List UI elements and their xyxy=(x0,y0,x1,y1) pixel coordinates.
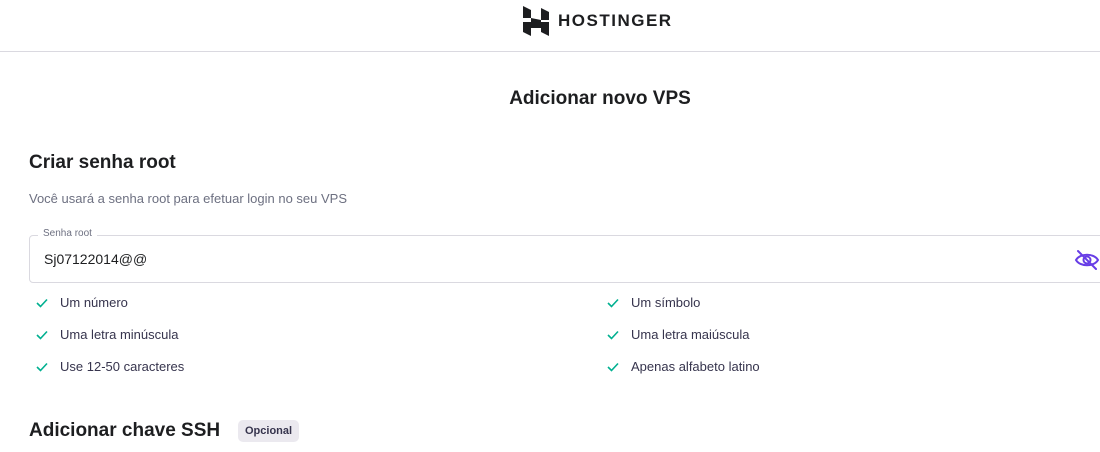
requirement-label: Um número xyxy=(60,295,128,310)
brand-name: HOSTINGER xyxy=(558,11,673,30)
check-icon xyxy=(36,298,48,308)
hostinger-logo[interactable]: HOSTINGER xyxy=(523,6,673,36)
hostinger-logo-icon xyxy=(523,6,549,36)
optional-badge: Opcional xyxy=(238,420,300,442)
requirement-label: Uma letra maiúscula xyxy=(631,327,750,342)
toggle-password-visibility-button[interactable] xyxy=(1074,248,1100,272)
eye-off-icon xyxy=(1074,250,1100,270)
root-password-label: Senha root xyxy=(38,228,97,239)
root-password-input[interactable] xyxy=(44,249,1024,269)
requirement-symbol: Um símbolo xyxy=(607,295,700,310)
root-password-description: Você usará a senha root para efetuar log… xyxy=(29,191,347,206)
root-password-field[interactable]: Senha root xyxy=(29,228,1100,283)
requirement-number: Um número xyxy=(36,295,128,310)
requirement-label: Uma letra minúscula xyxy=(60,327,179,342)
requirement-label: Apenas alfabeto latino xyxy=(631,359,760,374)
check-icon xyxy=(36,362,48,372)
check-icon xyxy=(607,330,619,340)
requirement-label: Um símbolo xyxy=(631,295,701,310)
requirement-label: Use 12-50 caracteres xyxy=(60,359,185,374)
requirement-length: Use 12-50 caracteres xyxy=(36,359,184,374)
page-title: Adicionar novo VPS xyxy=(509,88,691,109)
requirement-lowercase: Uma letra minúscula xyxy=(36,327,179,342)
check-icon xyxy=(607,298,619,308)
requirement-uppercase: Uma letra maiúscula xyxy=(607,327,750,342)
root-password-section-title: Criar senha root xyxy=(29,152,176,173)
check-icon xyxy=(36,330,48,340)
check-icon xyxy=(607,362,619,372)
top-bar: HOSTINGER xyxy=(0,0,1100,52)
ssh-section-title: Adicionar chave SSH xyxy=(29,420,221,441)
requirement-latin-alphabet: Apenas alfabeto latino xyxy=(607,359,760,374)
